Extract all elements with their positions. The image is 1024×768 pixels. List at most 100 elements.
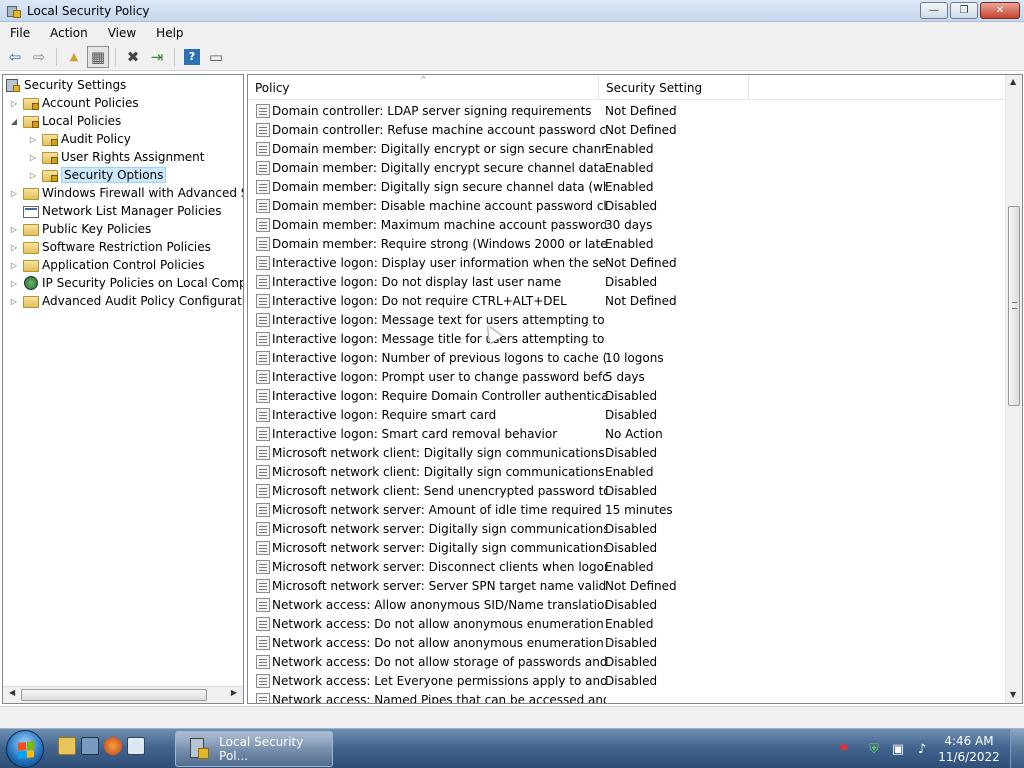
expand-toggle-icon[interactable]: ◢	[9, 112, 19, 130]
remote-desktop-icon[interactable]	[127, 737, 145, 755]
delete-icon[interactable]: ✖	[122, 46, 144, 68]
table-row[interactable]: Interactive logon: Display user informat…	[248, 253, 1008, 272]
show-desktop-button[interactable]	[1010, 729, 1024, 768]
show-hide-tree-icon[interactable]: ▦	[87, 45, 109, 68]
menu-help[interactable]: Help	[146, 26, 193, 40]
column-header-security-setting[interactable]: Security Setting	[599, 75, 749, 100]
policy-folder-icon	[42, 149, 58, 165]
back-arrow-icon[interactable]: ⇦	[4, 46, 26, 68]
scroll-thumb[interactable]	[1008, 206, 1020, 406]
policy-list[interactable]: Policy ^ Security Setting Domain control…	[247, 74, 1023, 704]
tree-item[interactable]: ▷ Audit Policy	[28, 130, 131, 148]
start-button[interactable]	[6, 730, 44, 768]
tree-item[interactable]: ▷ Application Control Policies	[9, 256, 204, 274]
table-row[interactable]: Domain member: Digitally encrypt or sign…	[248, 139, 1008, 158]
table-row[interactable]: Domain controller: Refuse machine accoun…	[248, 120, 1008, 139]
users-icon[interactable]	[81, 737, 99, 755]
table-row[interactable]: Microsoft network server: Amount of idle…	[248, 500, 1008, 519]
scroll-up-icon[interactable]: ▲	[1010, 77, 1016, 86]
tree-item[interactable]: ▷ Software Restriction Policies	[9, 238, 211, 256]
policy-name: Interactive logon: Message text for user…	[272, 312, 606, 327]
table-row[interactable]: Interactive logon: Do not display last u…	[248, 272, 1008, 291]
table-row[interactable]: Network access: Do not allow anonymous e…	[248, 633, 1008, 652]
table-row[interactable]: Network access: Allow anonymous SID/Name…	[248, 595, 1008, 614]
scroll-left-icon[interactable]: ◀	[9, 688, 15, 697]
tree-item[interactable]: ▷ Account Policies	[9, 94, 139, 112]
tree-item[interactable]: Network List Manager Policies	[9, 202, 222, 220]
table-row[interactable]: Interactive logon: Require smart card Dis…	[248, 405, 1008, 424]
tree-item[interactable]: ▷ Public Key Policies	[9, 220, 151, 238]
table-row[interactable]: Interactive logon: Require Domain Contro…	[248, 386, 1008, 405]
table-row[interactable]: Domain controller: LDAP server signing r…	[248, 101, 1008, 120]
properties-pane-icon[interactable]: ▭	[205, 46, 227, 68]
table-row[interactable]: Domain member: Digitally sign secure cha…	[248, 177, 1008, 196]
policy-setting-icon	[256, 540, 270, 555]
expand-toggle-icon[interactable]: ▷	[28, 148, 38, 166]
table-row[interactable]: Domain member: Disable machine account p…	[248, 196, 1008, 215]
tree-item[interactable]: ▷ Windows Firewall with Advanced Secu	[9, 184, 243, 202]
table-row[interactable]: Microsoft network server: Digitally sign…	[248, 538, 1008, 557]
table-row[interactable]: Network access: Do not allow anonymous e…	[248, 614, 1008, 633]
forward-arrow-icon[interactable]: ⇨	[28, 46, 50, 68]
table-row[interactable]: Network access: Do not allow storage of …	[248, 652, 1008, 671]
help-icon[interactable]: ?	[184, 48, 200, 65]
folder-icon	[23, 293, 39, 309]
maximize-button[interactable]: ❐	[950, 2, 978, 19]
system-clock[interactable]: 4:46 AM 11/6/2022	[934, 733, 1004, 765]
close-button[interactable]: ✕	[980, 2, 1020, 19]
tree-item[interactable]: ▷ Security Options	[28, 166, 167, 184]
expand-toggle-icon[interactable]: ▷	[9, 238, 19, 256]
menu-view[interactable]: View	[98, 26, 146, 40]
export-list-icon[interactable]: ⇥	[146, 46, 168, 68]
table-row[interactable]: Interactive logon: Prompt user to change…	[248, 367, 1008, 386]
list-vertical-scrollbar[interactable]: ▲ ▼	[1005, 75, 1022, 703]
tree-item[interactable]: ◢ Local Policies	[9, 112, 121, 130]
tree-item[interactable]: ▷ IP Security Policies on Local Compute	[9, 274, 243, 292]
table-row[interactable]: Domain member: Maximum machine account p…	[248, 215, 1008, 234]
minimize-button[interactable]: —	[920, 2, 948, 19]
table-row[interactable]: Interactive logon: Number of previous lo…	[248, 348, 1008, 367]
expand-toggle-icon[interactable]: ▷	[9, 256, 19, 274]
expand-toggle-icon[interactable]: ▷	[9, 94, 19, 112]
table-row[interactable]: Interactive logon: Message title for use…	[248, 329, 1008, 348]
tree-item[interactable]: ▷ User Rights Assignment	[28, 148, 204, 166]
table-row[interactable]: Domain member: Require strong (Windows 2…	[248, 234, 1008, 253]
expand-toggle-icon[interactable]: ▷	[28, 166, 38, 184]
table-row[interactable]: Microsoft network client: Digitally sign…	[248, 462, 1008, 481]
table-row[interactable]: Interactive logon: Smart card removal be…	[248, 424, 1008, 443]
menu-action[interactable]: Action	[40, 26, 98, 40]
scroll-right-icon[interactable]: ▶	[231, 688, 237, 697]
table-row[interactable]: Domain member: Digitally encrypt secure …	[248, 158, 1008, 177]
table-row[interactable]: Microsoft network client: Digitally sign…	[248, 443, 1008, 462]
console-tree[interactable]: Security Settings ▷ Account Policies ◢ Loca…	[2, 74, 244, 704]
list-header: Policy ^ Security Setting	[248, 75, 1008, 100]
policy-name: Interactive logon: Display user informat…	[272, 255, 606, 270]
volume-muted-icon[interactable]: ♪	[914, 741, 930, 757]
taskbar-local-security-policy[interactable]: Local Security Pol...	[175, 731, 333, 767]
tree-item[interactable]: ▷ Advanced Audit Policy Configuration	[9, 292, 243, 310]
tree-horizontal-scrollbar[interactable]: ◀ ▶	[3, 686, 243, 703]
table-row[interactable]: Network access: Let Everyone permissions…	[248, 671, 1008, 690]
security-shield-icon[interactable]: ⛨	[866, 741, 882, 757]
expand-toggle-icon[interactable]: ▷	[9, 274, 19, 292]
action-center-flag-icon[interactable]: ⚑	[836, 741, 852, 757]
table-row[interactable]: Interactive logon: Do not require CTRL+A…	[248, 291, 1008, 310]
scroll-down-icon[interactable]: ▼	[1010, 690, 1016, 699]
expand-toggle-icon[interactable]: ▷	[9, 184, 19, 202]
firefox-icon[interactable]	[104, 737, 122, 755]
table-row[interactable]: Interactive logon: Message text for user…	[248, 310, 1008, 329]
table-row[interactable]: Microsoft network server: Digitally sign…	[248, 519, 1008, 538]
table-row[interactable]: Microsoft network server: Server SPN tar…	[248, 576, 1008, 595]
expand-toggle-icon[interactable]: ▷	[9, 220, 19, 238]
expand-toggle-icon[interactable]: ▷	[9, 292, 19, 310]
table-row[interactable]: Microsoft network client: Send unencrypt…	[248, 481, 1008, 500]
network-icon[interactable]: ▣	[890, 741, 906, 757]
explorer-icon[interactable]	[58, 737, 76, 755]
table-row[interactable]: Microsoft network server: Disconnect cli…	[248, 557, 1008, 576]
table-row[interactable]: Network access: Named Pipes that can be …	[248, 690, 1008, 703]
scroll-thumb[interactable]	[21, 689, 207, 701]
menu-file[interactable]: File	[0, 26, 40, 40]
expand-toggle-icon[interactable]: ▷	[28, 130, 38, 148]
tree-item-security-settings[interactable]: Security Settings	[5, 76, 126, 94]
up-folder-icon[interactable]: ▲	[63, 46, 85, 68]
